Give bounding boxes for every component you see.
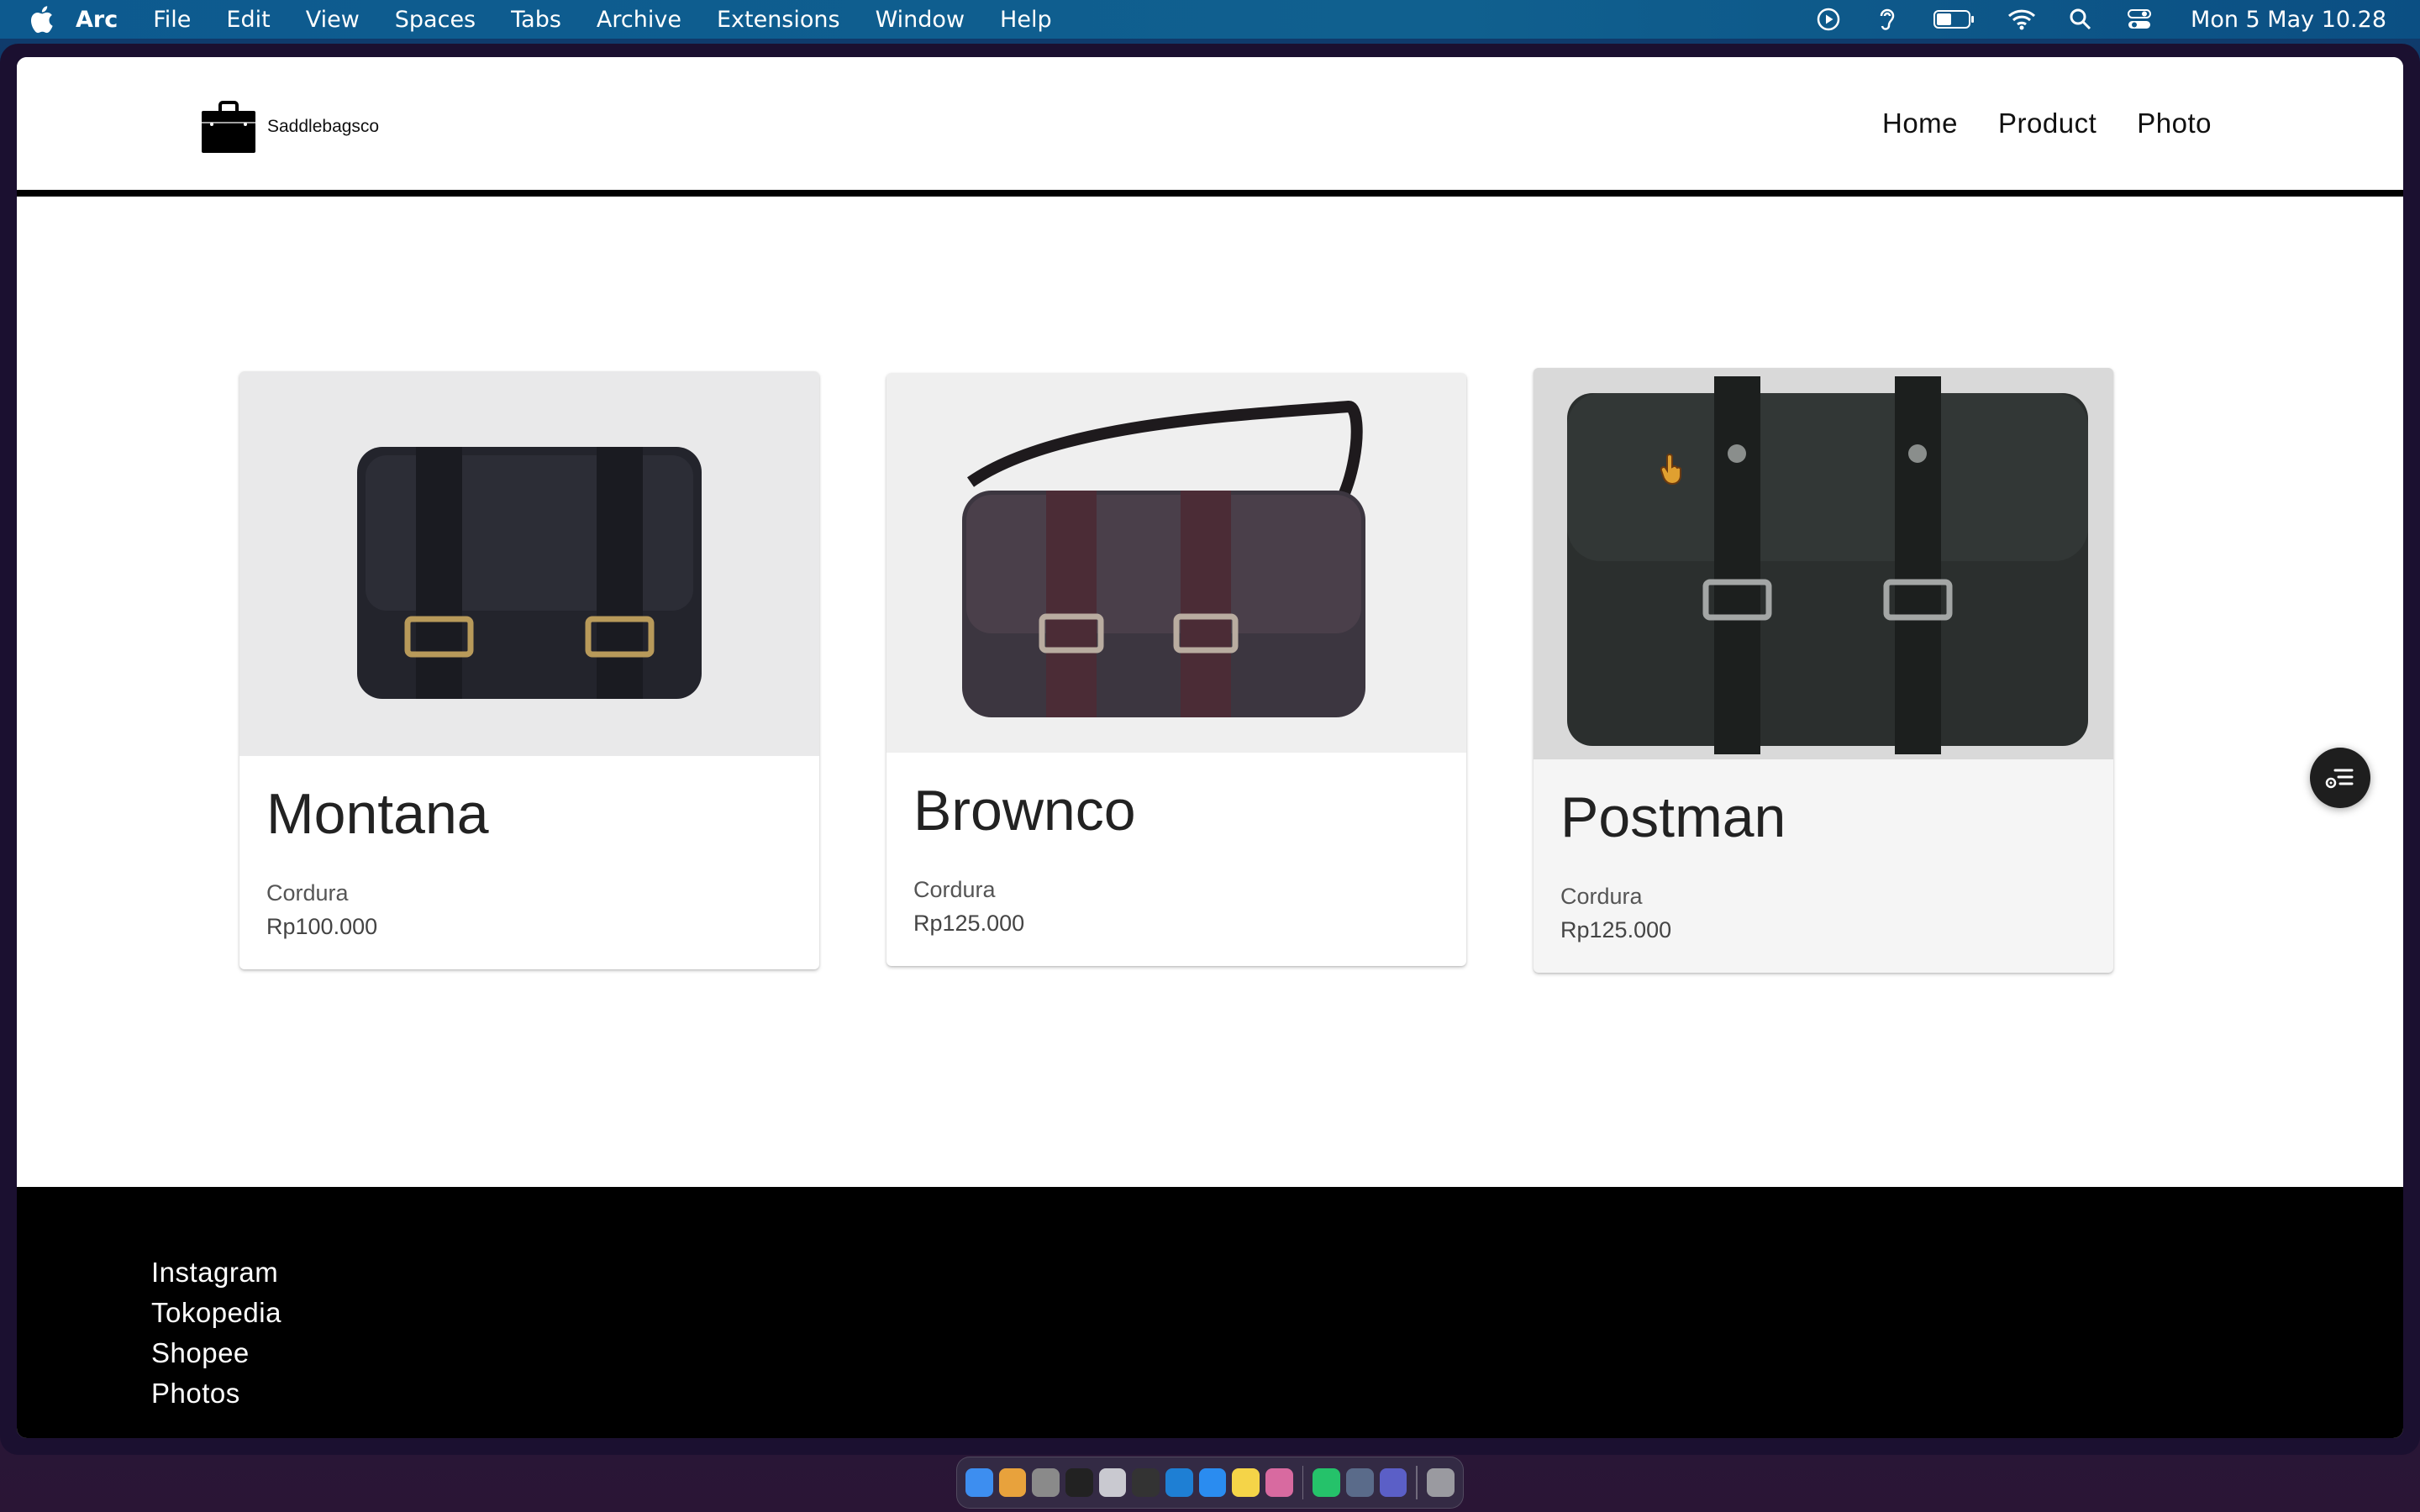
nav-home[interactable]: Home — [1882, 108, 1958, 139]
dock-separator — [1302, 1466, 1304, 1499]
product-name: Postman — [1560, 785, 1786, 849]
footer-link-tokopedia[interactable]: Tokopedia — [151, 1293, 281, 1333]
hearing-icon[interactable] — [1873, 7, 1902, 32]
dock — [956, 1457, 1464, 1509]
footer-link-shopee[interactable]: Shopee — [151, 1333, 281, 1373]
product-name: Brownco — [913, 779, 1136, 843]
product-price: Rp100.000 — [266, 913, 378, 939]
product-card-body: Brownco Cordura Rp125.000 — [886, 753, 1466, 960]
play-circle-icon[interactable] — [1814, 7, 1843, 32]
menu-extensions[interactable]: Extensions — [717, 7, 840, 33]
menu-bar: Arc File Edit View Spaces Tabs Archive E… — [0, 0, 2420, 39]
site-header: Saddlebagsco Home Product Photo — [17, 57, 2403, 197]
nav-product[interactable]: Product — [1998, 108, 2096, 139]
arc-window: Saddlebagsco Home Product Photo Montana … — [0, 44, 2420, 1455]
control-center-icon[interactable] — [2125, 7, 2154, 32]
menu-clock[interactable]: Mon 5 May 10.28 — [2191, 7, 2386, 33]
product-material: Cordura — [913, 876, 996, 902]
safari-icon[interactable] — [1198, 1468, 1227, 1497]
menu-toggle-button[interactable] — [2310, 748, 2370, 808]
menu-file[interactable]: File — [153, 7, 191, 33]
site-footer: Instagram Tokopedia Shopee Photos — [17, 1187, 2403, 1438]
main-nav: Home Product Photo — [1882, 57, 2212, 190]
activity-monitor-icon[interactable] — [1132, 1468, 1160, 1497]
dock-separator — [1416, 1466, 1418, 1499]
menu-app-name[interactable]: Arc — [76, 7, 118, 33]
menu-edit[interactable]: Edit — [226, 7, 270, 33]
site-logo[interactable]: Saddlebagsco — [200, 99, 379, 155]
launchpad-icon[interactable] — [998, 1468, 1027, 1497]
system-settings-icon[interactable] — [1032, 1468, 1060, 1497]
product-price: Rp125.000 — [913, 910, 1025, 936]
site-logo-text: Saddlebagsco — [267, 117, 380, 136]
screen-sharing-icon[interactable] — [1346, 1468, 1374, 1497]
hand-cursor-icon — [1659, 454, 1686, 486]
footer-links: Instagram Tokopedia Shopee Photos — [151, 1252, 281, 1414]
vscode-icon[interactable] — [1165, 1468, 1193, 1497]
product-material: Cordura — [266, 879, 349, 906]
product-image[interactable] — [239, 371, 819, 756]
battery-icon[interactable] — [1932, 7, 1977, 32]
nav-photo[interactable]: Photo — [2137, 108, 2212, 139]
wifi-icon[interactable] — [2007, 7, 2036, 32]
web-page: Saddlebagsco Home Product Photo Montana … — [17, 57, 2403, 1438]
menu-help[interactable]: Help — [1000, 7, 1052, 33]
product-material: Cordura — [1560, 883, 1643, 909]
product-name: Montana — [266, 782, 489, 846]
product-card[interactable]: Montana Cordura Rp100.000 — [239, 371, 819, 969]
list-settings-icon — [2325, 769, 2354, 789]
search-icon[interactable] — [2066, 7, 2095, 32]
product-card[interactable]: Postman Cordura Rp125.000 — [1534, 368, 2113, 973]
menu-spaces[interactable]: Spaces — [395, 7, 476, 33]
trash-icon[interactable] — [1427, 1468, 1455, 1497]
terminal-icon[interactable] — [1065, 1468, 1093, 1497]
teams-icon[interactable] — [1379, 1468, 1407, 1497]
briefcase-icon — [200, 99, 257, 155]
notes-icon[interactable] — [1232, 1468, 1260, 1497]
menu-tabs[interactable]: Tabs — [511, 7, 561, 33]
menu-window[interactable]: Window — [876, 7, 965, 33]
image-app-icon[interactable] — [1265, 1468, 1293, 1497]
product-card-body: Postman Cordura Rp125.000 — [1534, 759, 2113, 967]
apple-icon[interactable] — [29, 5, 76, 34]
product-card-body: Montana Cordura Rp100.000 — [239, 756, 819, 963]
product-card[interactable]: Brownco Cordura Rp125.000 — [886, 373, 1466, 966]
product-image[interactable] — [1534, 368, 2113, 759]
footer-link-photos[interactable]: Photos — [151, 1373, 281, 1414]
finder-icon[interactable] — [965, 1468, 993, 1497]
product-price: Rp125.000 — [1560, 916, 1672, 942]
disk-utility-icon[interactable] — [1098, 1468, 1127, 1497]
product-image[interactable] — [886, 373, 1466, 753]
whatsapp-icon[interactable] — [1313, 1468, 1341, 1497]
footer-link-instagram[interactable]: Instagram — [151, 1252, 281, 1293]
menu-archive[interactable]: Archive — [597, 7, 681, 33]
menu-view[interactable]: View — [306, 7, 360, 33]
